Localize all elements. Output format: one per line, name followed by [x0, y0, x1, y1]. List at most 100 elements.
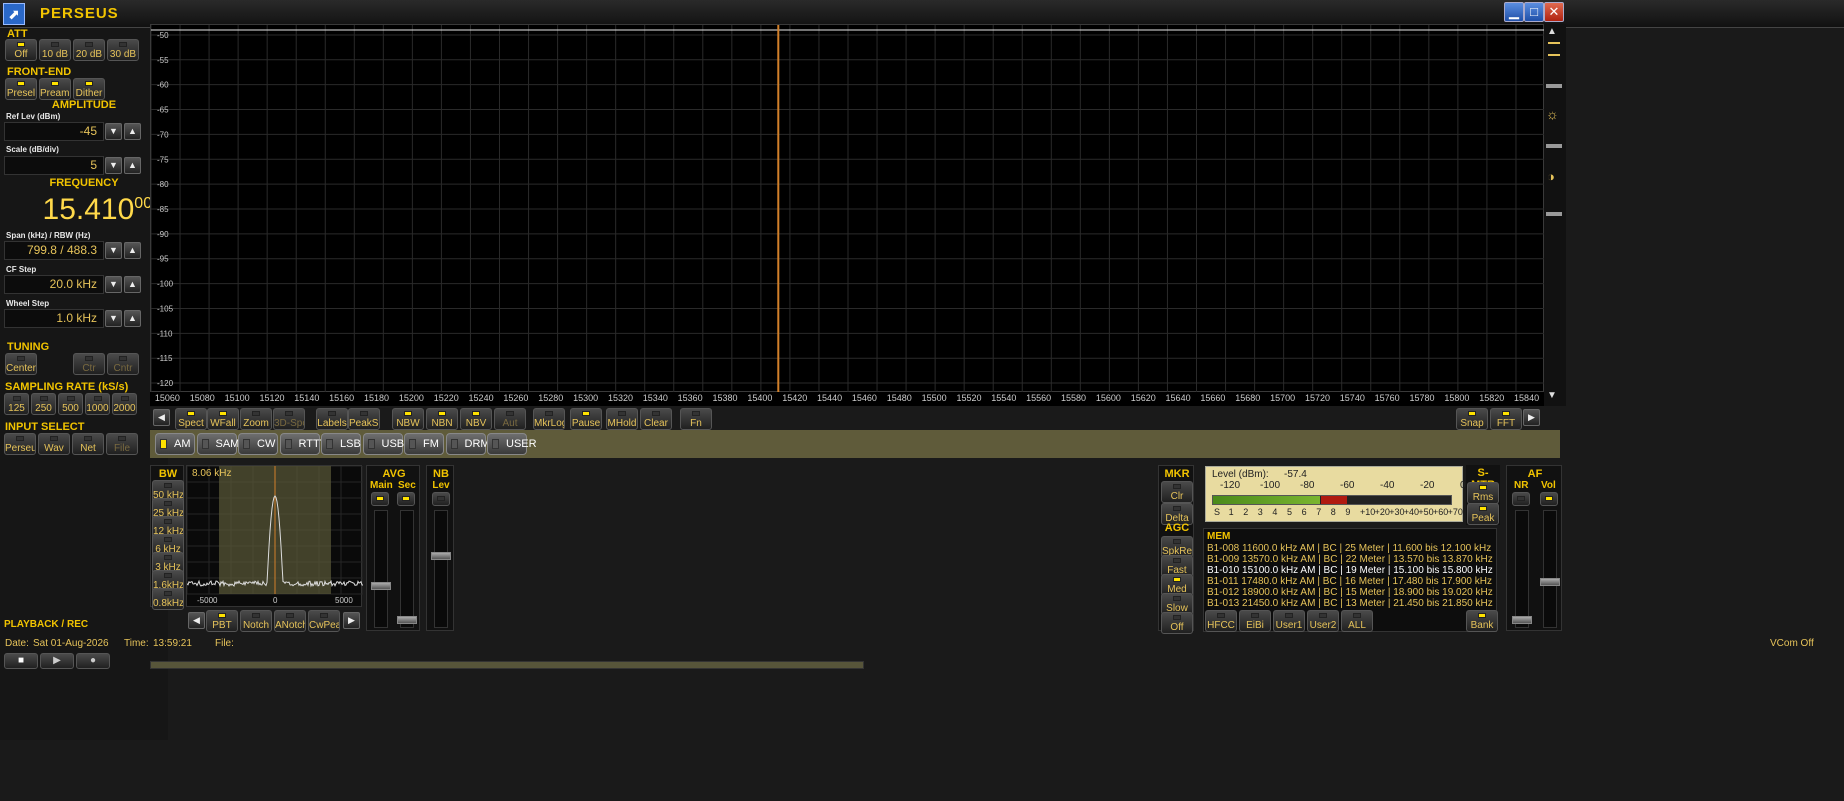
- mem-bank[interactable]: Bank: [1466, 610, 1498, 632]
- smtr-peak-button[interactable]: Peak: [1467, 503, 1499, 525]
- mem-eibi[interactable]: EiBi: [1239, 610, 1271, 632]
- frontend-button-2[interactable]: Dither: [73, 78, 105, 100]
- vol-slider[interactable]: [1543, 510, 1557, 628]
- mem-row[interactable]: B1-010 15100.0 kHz AM | BC | 19 Meter | …: [1207, 565, 1493, 576]
- mode-lsb[interactable]: LSB: [321, 433, 361, 455]
- avg-sec-knob[interactable]: [397, 616, 417, 624]
- att-button-3[interactable]: 30 dB: [107, 39, 139, 61]
- mode-usb[interactable]: USB: [362, 433, 404, 455]
- ref-up-button[interactable]: ▲: [124, 123, 141, 140]
- mode-cw[interactable]: CW: [238, 433, 278, 455]
- toolbar-snap[interactable]: Snap: [1456, 408, 1488, 430]
- toolbar-nbv[interactable]: NBV: [460, 408, 492, 430]
- frontend-button-1[interactable]: Preamp: [39, 78, 71, 100]
- maximize-button[interactable]: □: [1524, 2, 1544, 22]
- tuning-cntr-button[interactable]: Cntr: [107, 353, 139, 375]
- frontend-button-0[interactable]: Presel: [5, 78, 37, 100]
- ref-level-field[interactable]: -45: [4, 122, 104, 141]
- filter-passband-plot[interactable]: [186, 465, 364, 608]
- contrast-icon[interactable]: ◑: [1547, 169, 1555, 184]
- contrast-knob[interactable]: [1546, 212, 1562, 216]
- spectrum-plot[interactable]: -50 -55 -60 -65 -70 -75 -80 -85 -90 -95 -100 -105 -1…: [150, 25, 1545, 393]
- wheel-down-button[interactable]: ▼: [105, 310, 122, 327]
- toolbar-wfall[interactable]: WFall: [207, 408, 239, 430]
- mode-rtty[interactable]: RTTY: [279, 433, 327, 455]
- tuning-center-button[interactable]: Center: [5, 353, 37, 375]
- scroll-knob[interactable]: [1546, 84, 1562, 88]
- sample-rate-button-250[interactable]: 250: [31, 393, 56, 415]
- filter-left-arrow[interactable]: ◀: [188, 612, 205, 629]
- avg-main-knob[interactable]: [371, 582, 391, 590]
- toolbar-nbn[interactable]: NBN: [426, 408, 458, 430]
- wheel-step-field[interactable]: 1.0 kHz: [4, 309, 104, 328]
- nr-toggle[interactable]: [1512, 492, 1530, 506]
- vol-knob[interactable]: [1540, 578, 1560, 586]
- toolbar-mkrlog[interactable]: MkrLog: [533, 408, 565, 430]
- filter-notch[interactable]: Notch: [240, 610, 272, 632]
- toolbar-peaksrc[interactable]: PeakSrc: [348, 408, 380, 430]
- nb-knob[interactable]: [431, 552, 451, 560]
- vol-toggle[interactable]: [1540, 492, 1558, 506]
- stop-button[interactable]: ■: [4, 653, 38, 669]
- span-down-button[interactable]: ▼: [105, 242, 122, 259]
- toolbar-aut[interactable]: Aut: [494, 408, 526, 430]
- toolbar-pause[interactable]: Pause: [570, 408, 602, 430]
- sample-rate-button-1000[interactable]: 1000: [85, 393, 110, 415]
- mkr-clr-button[interactable]: Clr: [1161, 481, 1193, 503]
- toolbar-3d-spc[interactable]: 3D-Spc: [273, 408, 305, 430]
- tuning-ctr-button[interactable]: Ctr: [73, 353, 105, 375]
- sample-rate-button-125[interactable]: 125: [4, 393, 29, 415]
- frequency-display[interactable]: 15.410000: [5, 193, 165, 233]
- avg-main-toggle[interactable]: [371, 492, 389, 506]
- scroll-up-icon[interactable]: ▲: [1547, 26, 1557, 37]
- scale-up-button[interactable]: ▲: [124, 157, 141, 174]
- play-button[interactable]: ▶: [40, 653, 74, 669]
- minimize-button[interactable]: ▁: [1504, 2, 1524, 22]
- smtr-rms-button[interactable]: Rms: [1467, 482, 1499, 504]
- nb-toggle[interactable]: [432, 492, 450, 506]
- brightness-knob[interactable]: [1546, 144, 1562, 148]
- mode-user[interactable]: USER: [487, 433, 537, 455]
- mem-all[interactable]: ALL: [1341, 610, 1373, 632]
- input-button-wav[interactable]: Wav: [38, 433, 70, 455]
- cf-up-button[interactable]: ▲: [124, 276, 141, 293]
- mem-row[interactable]: B1-008 11600.0 kHz AM | BC | 25 Meter | …: [1207, 543, 1491, 554]
- input-button-perseus[interactable]: Perseus: [4, 433, 36, 455]
- mem-row[interactable]: B1-013 21450.0 kHz AM | BC | 13 Meter | …: [1207, 598, 1493, 609]
- scale-field[interactable]: 5: [4, 156, 104, 175]
- att-button-0[interactable]: Off: [5, 39, 37, 61]
- bw-filter-display[interactable]: 8.06 kHz -5000 0 5000: [186, 465, 364, 608]
- mode-sam[interactable]: SAM: [196, 433, 239, 455]
- wheel-up-button[interactable]: ▲: [124, 310, 141, 327]
- span-up-button[interactable]: ▲: [124, 242, 141, 259]
- att-button-1[interactable]: 10 dB: [39, 39, 71, 61]
- filter-pbt[interactable]: PBT: [206, 610, 238, 632]
- input-button-file[interactable]: File: [106, 433, 138, 455]
- mode-am[interactable]: AM: [155, 433, 195, 455]
- toolbar-clear[interactable]: Clear: [640, 408, 672, 430]
- att-button-2[interactable]: 20 dB: [73, 39, 105, 61]
- grid-lines-icon[interactable]: [1548, 42, 1560, 56]
- cf-step-field[interactable]: 20.0 kHz: [4, 275, 104, 294]
- close-button[interactable]: ✕: [1544, 2, 1564, 22]
- ref-down-button[interactable]: ▼: [105, 123, 122, 140]
- mem-hfcc[interactable]: HFCC: [1205, 610, 1237, 632]
- span-field[interactable]: 799.8 / 488.3: [4, 241, 104, 260]
- mode-fm[interactable]: FM: [404, 433, 444, 455]
- toolbar-fn[interactable]: Fn: [680, 408, 712, 430]
- toolbar-left-arrow[interactable]: ◀: [153, 409, 170, 426]
- bw-button-6[interactable]: 0.8kHz: [152, 588, 184, 610]
- agc-off[interactable]: Off: [1161, 612, 1193, 634]
- avg-sec-slider[interactable]: [400, 510, 414, 628]
- brightness-icon[interactable]: ☼: [1546, 106, 1559, 122]
- mem-row[interactable]: B1-011 17480.0 kHz AM | BC | 16 Meter | …: [1207, 576, 1492, 587]
- toolbar-spect[interactable]: Spect: [175, 408, 207, 430]
- toolbar-nbw[interactable]: NBW: [392, 408, 424, 430]
- cf-down-button[interactable]: ▼: [105, 276, 122, 293]
- avg-sec-toggle[interactable]: [397, 492, 415, 506]
- input-button-net[interactable]: Net: [72, 433, 104, 455]
- record-button[interactable]: ●: [76, 653, 110, 669]
- toolbar-zoom[interactable]: Zoom: [240, 408, 272, 430]
- filter-cwpeak[interactable]: CwPeak: [308, 610, 340, 632]
- toolbar-labels[interactable]: Labels: [316, 408, 348, 430]
